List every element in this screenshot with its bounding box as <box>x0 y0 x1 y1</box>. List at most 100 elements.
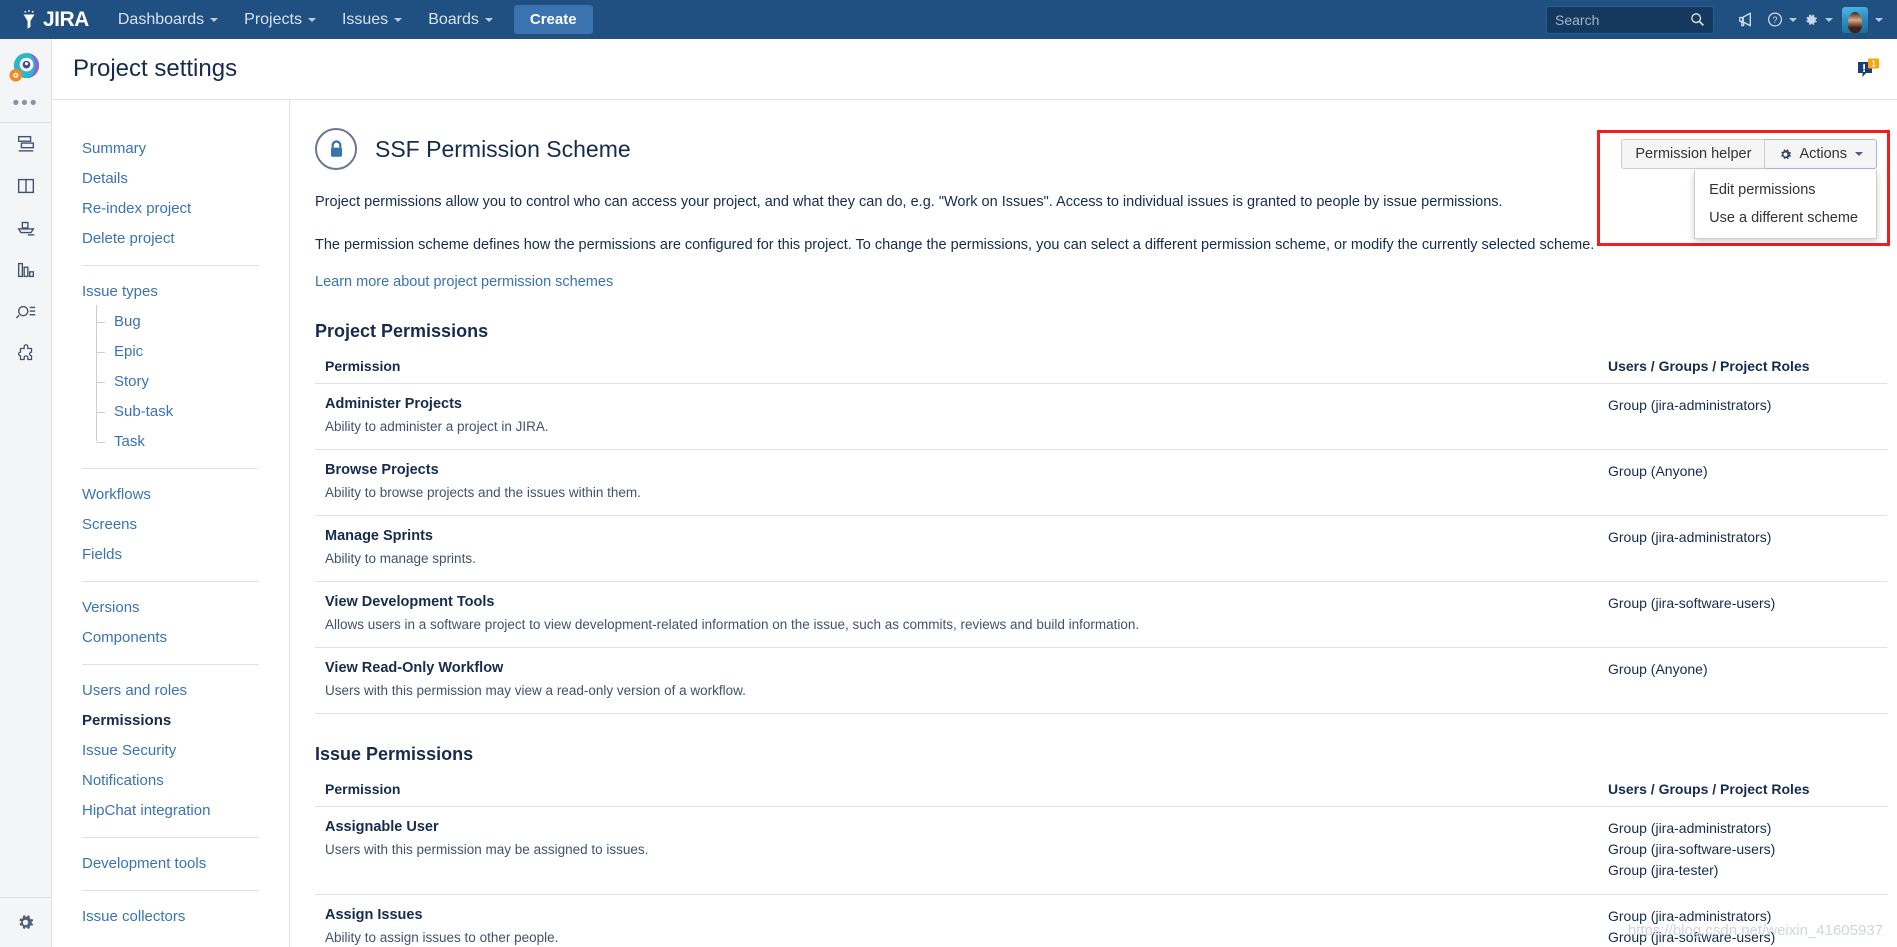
actions-dropdown-button[interactable]: Actions <box>1765 139 1877 169</box>
create-button[interactable]: Create <box>513 5 593 34</box>
sidebar-item-reindex-project[interactable]: Re-index project <box>52 194 289 224</box>
permission-helper-button[interactable]: Permission helper <box>1621 139 1766 169</box>
more-options-icon[interactable]: ••• <box>13 94 39 122</box>
chevron-down-icon <box>307 17 316 22</box>
groups-cell: Group (Anyone) <box>1598 449 1887 517</box>
project-settings-sidebar: Summary Details Re-index project Delete … <box>52 100 290 947</box>
search-input[interactable] <box>1555 11 1690 28</box>
menu-item-edit-permissions[interactable]: Edit permissions <box>1695 176 1876 204</box>
avatar <box>1842 6 1868 33</box>
sidebar-item-development-tools[interactable]: Development tools <box>52 849 289 879</box>
sidebar-item-task[interactable]: Task <box>96 427 289 457</box>
nav-label: Issues <box>341 10 389 28</box>
group-entry: Group (Anyone) <box>1608 661 1708 678</box>
group-entry: Group (jira-software-users) <box>1608 595 1776 612</box>
sidebar-item-issue-security[interactable]: Issue Security <box>52 736 289 766</box>
sidebar-item-permissions[interactable]: Permissions <box>52 706 289 736</box>
user-avatar-menu[interactable] <box>1842 6 1883 33</box>
nav-item-issues[interactable]: Issues <box>329 0 415 39</box>
svg-text:?: ? <box>1773 15 1778 25</box>
sidebar-item-details[interactable]: Details <box>52 164 289 194</box>
jira-logo[interactable]: JIRA <box>18 8 89 32</box>
issue-permissions-table: Permission Users / Groups / Project Role… <box>315 765 1887 947</box>
left-rail: ••• <box>0 39 52 947</box>
sidebar-item-versions[interactable]: Versions <box>52 593 289 623</box>
learn-more-link[interactable]: Learn more about project permission sche… <box>315 274 613 290</box>
permission-name: Administer Projects <box>325 396 462 413</box>
permission-cell: Manage Sprints Ability to manage sprints… <box>315 515 1598 583</box>
reports-icon[interactable] <box>0 249 52 291</box>
permission-cell: Browse Projects Ability to browse projec… <box>315 449 1598 517</box>
permission-description: Ability to manage sprints. <box>325 551 476 567</box>
nav-item-boards[interactable]: Boards <box>415 0 506 39</box>
permission-description: Ability to administer a project in JIRA. <box>325 419 549 435</box>
megaphone-icon[interactable] <box>1731 5 1761 35</box>
sidebar-item-users-and-roles[interactable]: Users and roles <box>52 676 289 706</box>
project-permissions-title: Project Permissions <box>315 321 489 342</box>
issues-search-icon[interactable] <box>0 291 52 333</box>
permission-cell: View Read-Only Workflow Users with this … <box>315 647 1598 715</box>
permission-name: View Read-Only Workflow <box>325 660 504 677</box>
column-header-groups: Users / Groups / Project Roles <box>1598 765 1887 808</box>
nav-label: Dashboards <box>117 10 205 28</box>
sidebar-item-screens[interactable]: Screens <box>52 510 289 540</box>
group-entry: Group (jira-software-users) <box>1608 841 1776 858</box>
column-header-permission: Permission <box>315 765 1598 808</box>
permission-cell: Administer Projects Ability to administe… <box>315 383 1598 451</box>
sidebar-item-notifications[interactable]: Notifications <box>52 766 289 796</box>
project-avatar-icon[interactable] <box>9 51 42 84</box>
group-entry: Group (jira-administrators) <box>1608 908 1772 925</box>
nav-label: Boards <box>428 10 479 28</box>
group-entry: Group (jira-administrators) <box>1608 820 1772 837</box>
sidebar-item-epic[interactable]: Epic <box>96 337 289 367</box>
sidebar-item-fields[interactable]: Fields <box>52 540 289 570</box>
chevron-down-icon <box>1789 17 1797 22</box>
nav-item-dashboards[interactable]: Dashboards <box>105 0 231 39</box>
sidebar-item-sub-task[interactable]: Sub-task <box>96 397 289 427</box>
sidebar-item-delete-project[interactable]: Delete project <box>52 224 289 254</box>
nav-label: Projects <box>244 10 302 28</box>
permission-name: Assign Issues <box>325 907 423 924</box>
menu-item-use-a-different-scheme[interactable]: Use a different scheme <box>1695 204 1876 232</box>
search-box[interactable] <box>1546 5 1714 34</box>
sidebar-divider <box>82 890 259 891</box>
group-entry: Group (jira-tester) <box>1608 862 1719 879</box>
backlog-icon[interactable] <box>0 123 52 165</box>
groups-cell: Group (jira-administrators) <box>1598 383 1887 451</box>
group-entry: Group (Anyone) <box>1608 463 1708 480</box>
actions-dropdown-menu: Edit permissions Use a different scheme <box>1694 170 1877 239</box>
nav-item-projects[interactable]: Projects <box>231 0 329 39</box>
scheme-actions-toolbar: Permission helper Actions Edit permissio… <box>1621 139 1877 239</box>
sidebar-item-issue-collectors[interactable]: Issue collectors <box>52 902 289 932</box>
releases-icon[interactable] <box>0 207 52 249</box>
feedback-notification-icon[interactable]: 1 <box>1857 58 1881 80</box>
permission-description: Allows users in a software project to vi… <box>325 617 1140 633</box>
table-row: Assign Issues Ability to assign issues t… <box>315 894 1887 947</box>
permission-name: Assignable User <box>325 819 439 836</box>
permission-description: Users with this permission may view a re… <box>325 683 746 699</box>
jira-mark-icon <box>23 9 35 29</box>
main-content: SSF Permission Scheme Project permission… <box>291 100 1897 947</box>
gear-icon <box>1778 147 1793 162</box>
board-icon[interactable] <box>0 165 52 207</box>
search-icon[interactable] <box>1690 12 1705 27</box>
sidebar-item-components[interactable]: Components <box>52 623 289 653</box>
permission-name: Manage Sprints <box>325 528 433 545</box>
sidebar-item-story[interactable]: Story <box>96 367 289 397</box>
sidebar-item-issue-types[interactable]: Issue types <box>52 277 289 307</box>
settings-gear-icon[interactable] <box>0 897 52 947</box>
sidebar-item-bug[interactable]: Bug <box>96 307 289 337</box>
group-entry: Group (jira-administrators) <box>1608 529 1772 546</box>
groups-cell: Group (jira-administrators) Group (jira-… <box>1598 894 1887 947</box>
settings-gear-icon[interactable] <box>1803 5 1833 35</box>
sidebar-item-summary[interactable]: Summary <box>52 134 289 164</box>
chevron-down-icon <box>210 17 219 22</box>
groups-cell: Group (Anyone) <box>1598 647 1887 715</box>
help-icon[interactable]: ? <box>1767 5 1797 35</box>
sidebar-item-workflows[interactable]: Workflows <box>52 480 289 510</box>
group-entry: Group (jira-administrators) <box>1608 397 1772 414</box>
add-ons-icon[interactable] <box>0 333 52 375</box>
lock-icon <box>315 128 357 170</box>
sidebar-item-hipchat-integration[interactable]: HipChat integration <box>52 796 289 826</box>
groups-cell: Group (jira-administrators) <box>1598 515 1887 583</box>
